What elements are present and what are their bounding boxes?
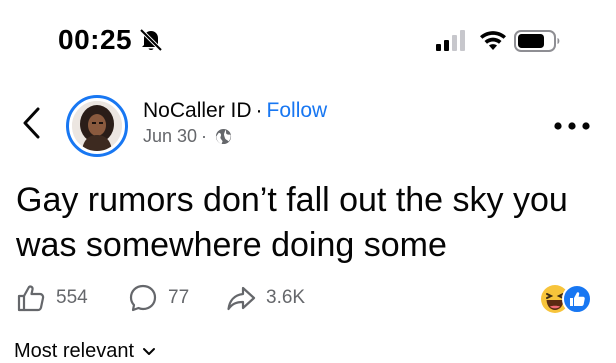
author-avatar[interactable] bbox=[66, 95, 128, 157]
like-button[interactable]: 554 bbox=[16, 280, 88, 316]
globe-icon bbox=[215, 128, 232, 144]
avatar-photo bbox=[72, 101, 122, 151]
battery-icon bbox=[514, 30, 560, 52]
share-arrow-icon bbox=[227, 286, 256, 311]
like-count: 554 bbox=[56, 287, 88, 308]
back-chevron-icon[interactable] bbox=[20, 106, 44, 140]
sort-label: Most relevant bbox=[14, 340, 135, 362]
person-silhouette-icon bbox=[72, 101, 122, 151]
follow-button[interactable]: Follow bbox=[267, 99, 328, 122]
chevron-down-icon bbox=[143, 347, 156, 355]
status-bar: 00:25 bbox=[0, 0, 616, 80]
post-header: NoCaller ID · Follow bbox=[143, 98, 327, 124]
bell-slash-icon bbox=[139, 28, 163, 52]
post-meta: Jun 30 · bbox=[143, 125, 232, 147]
cellular-signal-icon bbox=[436, 30, 465, 51]
status-time: 00:25 bbox=[58, 24, 133, 55]
reaction-bar: 554 77 3.6K bbox=[16, 280, 606, 316]
comment-count: 77 bbox=[168, 287, 190, 308]
share-button[interactable]: 3.6K bbox=[226, 280, 305, 316]
post-date[interactable]: Jun 30 bbox=[143, 125, 197, 147]
comments-sort-dropdown[interactable]: Most relevant bbox=[14, 340, 156, 363]
comment-button[interactable]: 77 bbox=[128, 280, 189, 316]
thumbs-up-icon bbox=[17, 285, 45, 312]
comment-bubble-icon bbox=[129, 284, 157, 312]
author-name[interactable]: NoCaller ID bbox=[143, 99, 252, 122]
post-text: Gay rumors don’t fall out the sky you wa… bbox=[16, 181, 568, 264]
reaction-summary[interactable] bbox=[540, 284, 596, 314]
more-options-icon[interactable] bbox=[552, 120, 592, 132]
like-badge-icon bbox=[562, 284, 592, 314]
share-count: 3.6K bbox=[266, 287, 306, 308]
meta-separator: · bbox=[201, 126, 208, 146]
wifi-icon bbox=[480, 31, 506, 50]
header-separator: · bbox=[255, 99, 263, 122]
